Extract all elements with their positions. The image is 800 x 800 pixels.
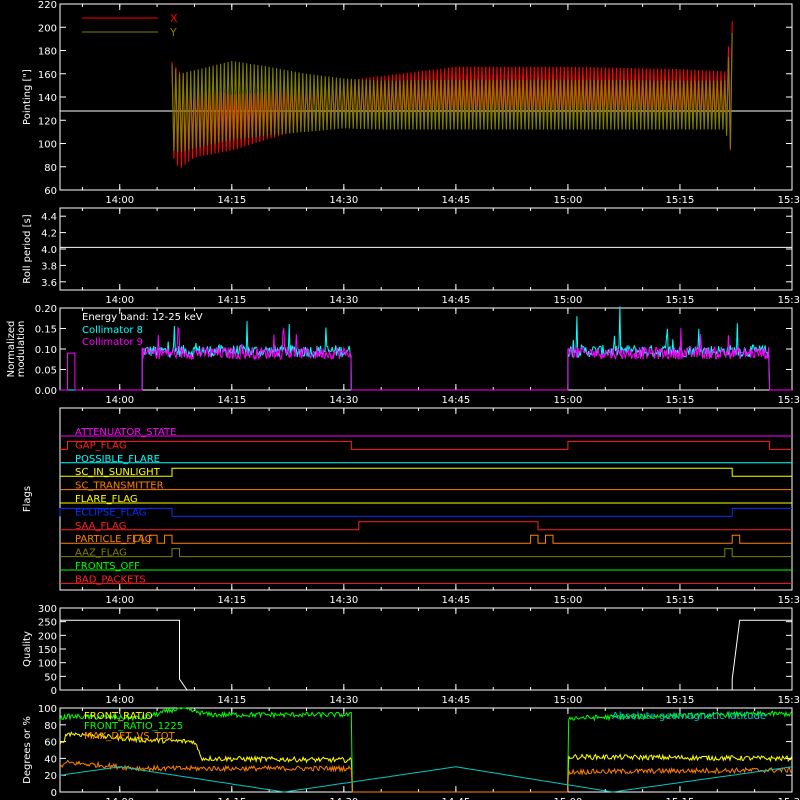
flag-gap-flag-label: GAP_FLAG: [75, 440, 127, 451]
x-tick-label: 14:00: [105, 195, 134, 206]
y-tick-label: 140: [38, 93, 57, 104]
y-tick-label: 80: [44, 721, 57, 732]
x-tick-label: 14:00: [105, 295, 134, 306]
y-tick-label: 4.2: [41, 229, 57, 240]
legend-label-y: Y: [169, 26, 177, 39]
y-tick-label: 100: [38, 659, 57, 670]
y-tick-label: 4.0: [41, 245, 57, 256]
x-tick-label: 15:00: [554, 395, 583, 406]
x-tick-label: 14:30: [329, 295, 358, 306]
legend-label-x: X: [170, 12, 178, 25]
x-tick-label: 15:30: [778, 395, 800, 406]
x-tick-label: 14:00: [105, 595, 134, 606]
y-tick-label: 20: [44, 771, 57, 782]
y-axis-label: Roll period [s]: [22, 214, 33, 283]
y-axis-label: Degrees or %: [22, 716, 33, 784]
y-tick-label: 80: [44, 163, 57, 174]
flag-eclipse-flag-label: ECLIPSE_FLAG: [75, 507, 146, 518]
y-tick-label: 3.6: [41, 278, 57, 289]
y-tick-label: 0: [51, 686, 57, 697]
x-tick-label: 14:45: [441, 295, 470, 306]
x-tick-label: 15:30: [778, 295, 800, 306]
x-tick-label: 15:00: [554, 295, 583, 306]
y-axis-label: Flags: [22, 486, 33, 512]
y-tick-label: 0.10: [35, 345, 57, 356]
y-tick-label: 0.00: [35, 386, 57, 397]
legend-max-det-vs-tot: MAX_DET_VS_TOT: [84, 731, 176, 742]
x-tick-label: 14:30: [329, 695, 358, 706]
y-tick-label: 220: [38, 0, 57, 11]
y-tick-label: 0.15: [35, 325, 57, 336]
x-tick-label: 14:45: [441, 195, 470, 206]
y-tick-label: 250: [38, 618, 57, 629]
x-tick-label: 14:45: [441, 395, 470, 406]
y-tick-label: 0.05: [35, 366, 57, 377]
x-tick-label: 15:15: [666, 395, 695, 406]
x-tick-label: 15:30: [778, 695, 800, 706]
legend-collimator-8: Collimator 8: [82, 325, 143, 336]
x-tick-label: 15:00: [554, 695, 583, 706]
y-tick-label: 60: [44, 738, 57, 749]
x-tick-label: 15:00: [554, 595, 583, 606]
y-tick-label: 0: [51, 788, 57, 799]
y-tick-label: 40: [44, 754, 57, 765]
y-tick-label: 60: [44, 186, 57, 197]
x-tick-label: 14:45: [441, 595, 470, 606]
x-tick-label: 15:15: [666, 195, 695, 206]
x-tick-label: 14:00: [105, 395, 134, 406]
y-axis-label: modulation: [16, 321, 27, 378]
y-tick-label: 200: [38, 631, 57, 642]
y-tick-label: 100: [38, 704, 57, 715]
y-tick-label: 160: [38, 70, 57, 81]
x-tick-label: 15:15: [666, 695, 695, 706]
x-tick-label: 14:15: [217, 195, 246, 206]
x-tick-label: 15:30: [778, 195, 800, 206]
x-tick-label: 14:15: [217, 395, 246, 406]
energy-band-annotation: Energy band: 12-25 keV: [82, 312, 203, 323]
y-axis-label: Pointing ["]: [22, 69, 33, 125]
x-tick-label: 15:15: [666, 595, 695, 606]
rhessi-quicklook-figure: 14:00 14:15 14:30 14:45 15:00 15:15 15:30 60 80 1…: [0, 0, 800, 800]
legend-collimator-9: Collimator 9: [82, 337, 143, 348]
y-tick-label: 300: [38, 604, 57, 615]
y-axis-label: Quality: [22, 631, 33, 667]
y-tick-label: 50: [44, 672, 57, 683]
x-tick-label: 14:00: [105, 695, 134, 706]
y-tick-label: 0.20: [35, 304, 57, 315]
x-tick-label: 14:30: [329, 595, 358, 606]
y-tick-label: 200: [38, 23, 57, 34]
x-tick-label: 14:30: [329, 395, 358, 406]
x-tick-label: 14:45: [441, 695, 470, 706]
x-tick-label: 14:15: [217, 595, 246, 606]
x-tick-label: 14:15: [217, 695, 246, 706]
y-tick-label: 3.8: [41, 261, 57, 272]
latitude-annotation: Absolute geomagnetic latitude: [612, 711, 766, 722]
y-tick-label: 150: [38, 645, 57, 656]
y-tick-label: 4.4: [41, 212, 57, 223]
x-tick-label: 15:15: [666, 295, 695, 306]
y-tick-label: 120: [38, 116, 57, 127]
x-tick-label: 15:30: [778, 595, 800, 606]
x-tick-label: 14:15: [217, 295, 246, 306]
x-tick-label: 14:30: [329, 195, 358, 206]
x-tick-label: 15:00: [554, 195, 583, 206]
y-tick-label: 100: [38, 140, 57, 151]
y-tick-label: 180: [38, 47, 57, 58]
